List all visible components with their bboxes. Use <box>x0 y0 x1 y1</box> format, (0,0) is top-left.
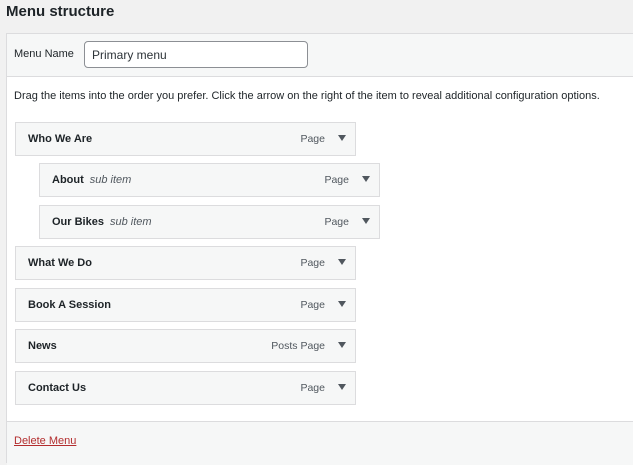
chevron-down-icon[interactable] <box>338 384 346 390</box>
menu-item-what-we-do[interactable]: What We Do Page <box>15 246 356 280</box>
menu-item-news[interactable]: News Posts Page <box>15 329 356 363</box>
menu-item-who-we-are[interactable]: Who We Are Page <box>15 122 356 156</box>
menu-item-about[interactable]: About sub item Page <box>39 163 380 197</box>
menu-name-header: Menu Name <box>7 34 633 77</box>
chevron-down-icon[interactable] <box>338 342 346 348</box>
chevron-down-icon[interactable] <box>338 259 346 265</box>
chevron-down-icon[interactable] <box>362 218 370 224</box>
menu-item-type: Page <box>300 382 325 394</box>
section-title: Menu structure <box>6 3 115 20</box>
menu-item-title: About sub item <box>52 174 132 186</box>
menu-footer: Delete Menu <box>7 421 633 465</box>
sub-item-label: sub item <box>109 216 152 228</box>
menu-item-type: Page <box>300 133 325 145</box>
menu-item-book-a-session[interactable]: Book A Session Page <box>15 288 356 322</box>
chevron-down-icon[interactable] <box>338 301 346 307</box>
menu-name-label: Menu Name <box>14 48 74 60</box>
menu-item-title: Contact Us <box>28 382 87 394</box>
menu-item-type: Page <box>324 174 349 186</box>
instructions-text: Drag the items into the order you prefer… <box>14 90 600 102</box>
chevron-down-icon[interactable] <box>362 176 370 182</box>
menu-item-title: News <box>28 340 57 352</box>
menu-item-title: Who We Are <box>28 133 93 145</box>
menu-item-title: What We Do <box>28 257 92 269</box>
menu-item-type: Page <box>324 216 349 228</box>
menu-structure-panel: Menu Name Drag the items into the order … <box>6 33 633 465</box>
menu-item-type: Page <box>300 257 325 269</box>
delete-menu-link[interactable]: Delete Menu <box>14 435 76 448</box>
menu-item-our-bikes[interactable]: Our Bikes sub item Page <box>39 205 380 239</box>
menu-item-type: Posts Page <box>271 340 325 352</box>
menu-item-title: Book A Session <box>28 299 111 311</box>
menu-item-title: Our Bikes sub item <box>52 216 152 228</box>
menu-item-type: Page <box>300 299 325 311</box>
chevron-down-icon[interactable] <box>338 135 346 141</box>
sub-item-label: sub item <box>89 174 132 186</box>
menu-item-contact-us[interactable]: Contact Us Page <box>15 371 356 405</box>
menu-name-input[interactable] <box>84 41 308 68</box>
